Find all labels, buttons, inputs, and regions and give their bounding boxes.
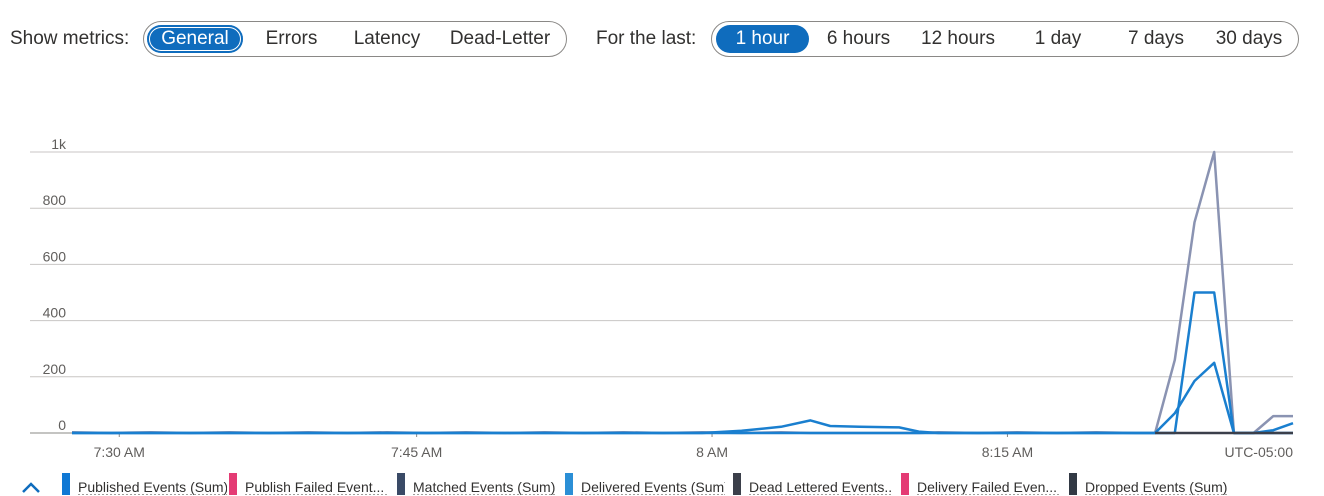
- metrics-option-general[interactable]: General: [147, 25, 243, 53]
- for-the-last-label: For the last:: [596, 28, 697, 49]
- legend-label: Dropped Events (Sum): [1085, 479, 1228, 495]
- metrics-option-dead-letter[interactable]: Dead-Letter: [440, 25, 560, 53]
- legend-swatch: [229, 473, 237, 495]
- x-tick-label: 8:15 AM: [982, 444, 1033, 460]
- metrics-toolbar: Show metrics: General Errors Latency Dea…: [0, 0, 1324, 80]
- legend-item-delivered[interactable]: Delivered Events (Sum): [565, 473, 725, 495]
- y-tick-label: 400: [43, 305, 67, 321]
- legend-swatch: [901, 473, 909, 495]
- chart-legend: Published Events (Sum) Publish Failed Ev…: [0, 468, 1324, 495]
- y-tick-label: 1k: [51, 136, 67, 152]
- chart-canvas[interactable]: 1k 800 600 400 200 0 7:30 AM 7:45 AM 8 AM 8:15 A…: [0, 80, 1324, 470]
- range-option-1-day[interactable]: 1 day: [1018, 25, 1098, 53]
- metrics-option-errors[interactable]: Errors: [249, 25, 334, 53]
- legend-label: Delivered Events (Sum): [581, 479, 725, 495]
- legend-swatch: [733, 473, 741, 495]
- legend-item-matched[interactable]: Matched Events (Sum): [397, 473, 557, 495]
- legend-item-dead-lettered[interactable]: Dead Lettered Events...: [733, 473, 893, 495]
- legend-swatch: [1069, 473, 1077, 495]
- timezone-label: UTC-05:00: [1225, 444, 1294, 460]
- range-option-6-hours[interactable]: 6 hours: [816, 25, 901, 53]
- chart-gridlines: [30, 151, 1293, 434]
- y-tick-label: 0: [58, 417, 66, 433]
- show-metrics-label: Show metrics:: [10, 28, 130, 49]
- legend-item-published[interactable]: Published Events (Sum): [62, 473, 227, 495]
- chevron-up-icon[interactable]: [20, 480, 42, 496]
- range-option-12-hours[interactable]: 12 hours: [908, 25, 1008, 53]
- x-tick-label: 7:30 AM: [94, 444, 145, 460]
- series-line-delivered-events-sum: [72, 361, 1294, 435]
- metrics-chart[interactable]: 1k 800 600 400 200 0 7:30 AM 7:45 AM 8 AM 8:15 A…: [0, 80, 1324, 470]
- legend-swatch: [62, 473, 70, 495]
- x-tick-label: 8 AM: [696, 444, 728, 460]
- metrics-selector: General Errors Latency Dead-Letter: [143, 21, 567, 57]
- legend-item-publish-failed[interactable]: Publish Failed Event...: [229, 473, 389, 495]
- range-option-7-days[interactable]: 7 days: [1110, 25, 1202, 53]
- y-tick-label: 200: [43, 361, 67, 377]
- y-tick-label: 800: [43, 192, 67, 208]
- legend-item-delivery-failed[interactable]: Delivery Failed Even...: [901, 473, 1061, 495]
- legend-label: Dead Lettered Events...: [749, 479, 893, 495]
- series-line-published-events-sum: [71, 150, 1293, 435]
- y-tick-label: 600: [43, 248, 67, 264]
- chart-series: [71, 150, 1294, 435]
- range-option-30-days[interactable]: 30 days: [1206, 25, 1292, 53]
- legend-label: Delivery Failed Even...: [917, 479, 1058, 495]
- time-range-selector: 1 hour 6 hours 12 hours 1 day 7 days 30 …: [711, 21, 1299, 57]
- y-axis-ticks: 1k 800 600 400 200 0: [43, 136, 67, 433]
- x-axis-ticks: 7:30 AM 7:45 AM 8 AM 8:15 AM UTC-05:00: [94, 433, 1294, 460]
- legend-swatch: [397, 473, 405, 495]
- legend-label: Published Events (Sum): [78, 479, 227, 495]
- legend-label: Matched Events (Sum): [413, 479, 556, 495]
- metrics-option-latency[interactable]: Latency: [342, 25, 432, 53]
- range-option-1-hour[interactable]: 1 hour: [716, 25, 809, 53]
- legend-swatch: [565, 473, 573, 495]
- legend-item-dropped[interactable]: Dropped Events (Sum): [1069, 473, 1229, 495]
- x-tick-label: 7:45 AM: [391, 444, 442, 460]
- legend-label: Publish Failed Event...: [245, 479, 385, 495]
- series-line-matched-events-sum: [72, 291, 1293, 435]
